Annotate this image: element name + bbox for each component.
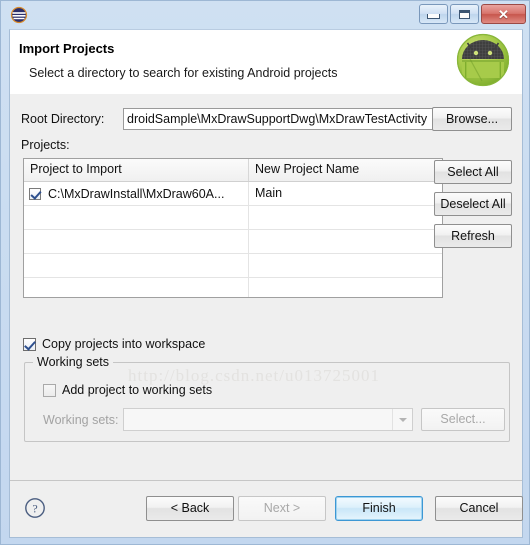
help-icon[interactable]: ? — [24, 497, 46, 519]
table-row[interactable] — [24, 230, 442, 254]
working-sets-select-button[interactable]: Select... — [421, 408, 505, 431]
finish-button[interactable]: Finish — [335, 496, 423, 521]
page-subtitle: Select a directory to search for existin… — [29, 66, 338, 80]
table-row[interactable] — [24, 206, 442, 230]
dialog-body: Root Directory: Browse... Projects: Proj… — [10, 94, 523, 537]
cell-project-path: C:\MxDrawInstall\MxDraw60A... — [24, 182, 249, 205]
copy-projects-checkbox-row[interactable]: Copy projects into workspace — [23, 337, 205, 351]
wizard-header: Import Projects Select a directory to se… — [10, 30, 522, 95]
cancel-button[interactable]: Cancel — [435, 496, 523, 521]
page-title: Import Projects — [19, 41, 115, 56]
deselect-all-button[interactable]: Deselect All — [434, 192, 512, 216]
cell-new-project-name — [249, 206, 442, 229]
cell-project-path — [24, 278, 249, 297]
browse-button[interactable]: Browse... — [432, 107, 512, 131]
minimize-button[interactable] — [419, 4, 448, 24]
next-button: Next > — [238, 496, 326, 521]
working-sets-combo-label: Working sets: — [43, 413, 119, 427]
working-sets-group-title: Working sets — [33, 355, 114, 369]
table-row[interactable]: C:\MxDrawInstall\MxDraw60A... Main — [24, 182, 442, 206]
cell-project-path — [24, 206, 249, 229]
maximize-button[interactable] — [450, 4, 479, 24]
working-sets-combo-value — [124, 409, 392, 430]
root-directory-row: Root Directory: Browse... — [21, 107, 512, 132]
close-button[interactable]: ✕ — [481, 4, 526, 24]
add-project-checkbox-row[interactable]: Add project to working sets — [43, 383, 212, 397]
back-button[interactable]: < Back — [146, 496, 234, 521]
projects-label: Projects: — [21, 138, 70, 152]
working-sets-combo[interactable] — [123, 408, 413, 431]
minimize-icon — [427, 14, 440, 19]
copy-projects-label: Copy projects into workspace — [42, 337, 206, 351]
title-bar: ✕ — [1, 1, 530, 29]
column-header-project-to-import[interactable]: Project to Import — [24, 159, 249, 181]
svg-text:?: ? — [32, 502, 37, 516]
row-checkbox[interactable] — [29, 187, 41, 200]
select-all-button[interactable]: Select All — [434, 160, 512, 184]
dialog-footer: ? < Back Next > Finish Cancel — [10, 480, 523, 537]
root-directory-label: Root Directory: — [21, 112, 105, 126]
cell-new-project-name — [249, 278, 442, 297]
column-header-new-project-name[interactable]: New Project Name — [249, 159, 442, 181]
cell-new-project-name — [249, 230, 442, 253]
chevron-down-icon[interactable] — [392, 409, 412, 430]
window-controls: ✕ — [419, 4, 526, 24]
table-row[interactable] — [24, 254, 442, 278]
table-header-row: Project to Import New Project Name — [24, 159, 442, 182]
dialog-window: ✕ Import Projects Select a directory to … — [0, 0, 530, 545]
cell-project-path-text: C:\MxDrawInstall\MxDraw60A... — [48, 186, 225, 201]
add-project-checkbox[interactable] — [43, 383, 56, 397]
eclipse-globe-icon — [10, 6, 28, 24]
add-project-label: Add project to working sets — [62, 383, 213, 397]
refresh-button[interactable]: Refresh — [434, 224, 512, 248]
cell-project-path — [24, 254, 249, 277]
close-icon: ✕ — [498, 6, 509, 22]
working-sets-group: Working sets Add project to working sets… — [24, 355, 510, 442]
projects-table[interactable]: Project to Import New Project Name C:\Mx… — [23, 158, 443, 298]
table-row[interactable] — [24, 278, 442, 297]
copy-projects-checkbox[interactable] — [23, 337, 36, 351]
cell-new-project-name — [249, 254, 442, 277]
root-directory-input[interactable] — [123, 108, 440, 130]
cell-new-project-name: Main — [255, 186, 283, 200]
maximize-icon — [459, 9, 470, 19]
cell-project-path — [24, 230, 249, 253]
android-robot-icon — [452, 29, 514, 91]
dialog-client-area: Import Projects Select a directory to se… — [9, 29, 523, 538]
